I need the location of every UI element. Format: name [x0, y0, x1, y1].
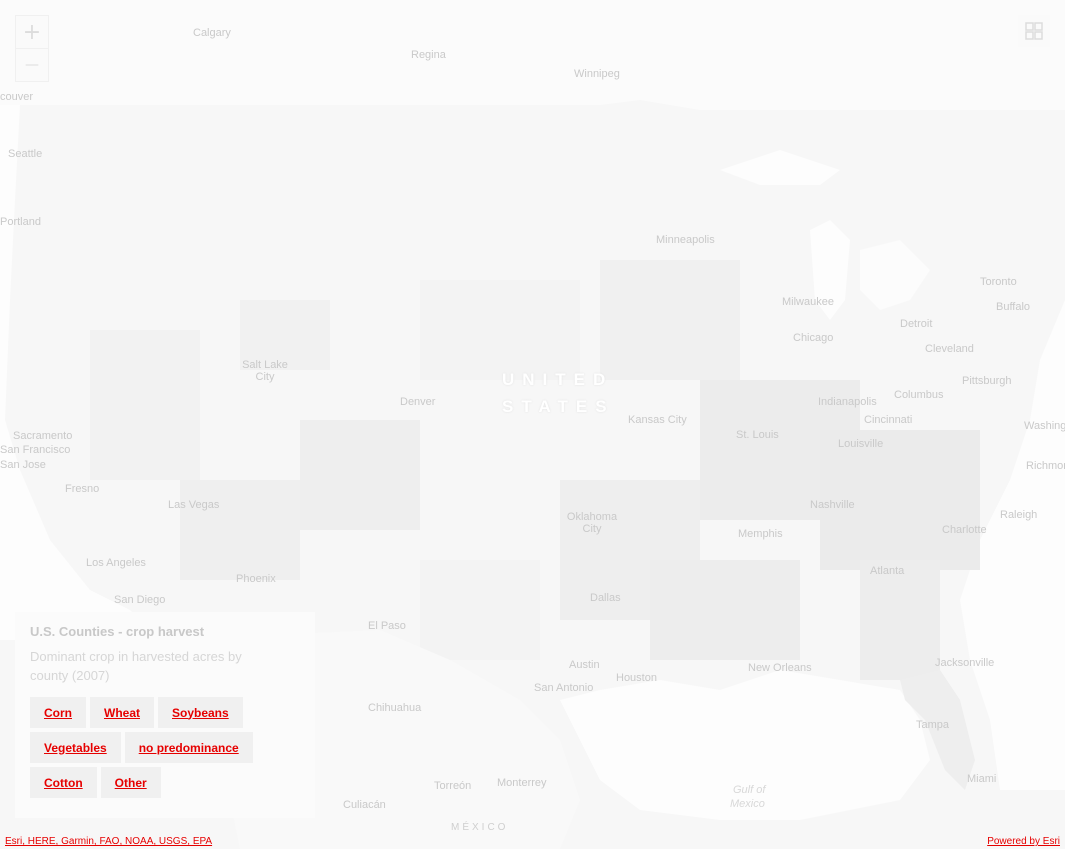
zoom-in-button[interactable]: + — [16, 16, 48, 48]
legend-title: U.S. Counties - crop harvest — [30, 624, 205, 639]
chip-vegetables[interactable]: Vegetables — [30, 732, 121, 763]
chip-soybeans[interactable]: Soybeans — [158, 697, 243, 728]
city-label: Milwaukee — [782, 296, 834, 308]
attribution-sources[interactable]: Esri, HERE, Garmin, FAO, NOAA, USGS, EPA — [5, 836, 212, 847]
city-label: Kansas City — [628, 414, 687, 426]
city-label: Regina — [411, 49, 446, 61]
city-label: New Orleans — [748, 662, 812, 674]
country-label: UNITED — [502, 370, 614, 389]
city-label: Nashville — [810, 499, 855, 511]
water-label: Mexico — [730, 798, 765, 810]
city-label: Tampa — [916, 719, 950, 731]
city-label: Chicago — [793, 332, 834, 344]
city-label: Cincinnati — [864, 414, 913, 426]
city-label: Torreón — [434, 780, 472, 792]
chip-cotton[interactable]: Cotton — [30, 767, 97, 798]
city-label: Buffalo — [996, 301, 1031, 313]
city-label: Raleigh — [1000, 509, 1038, 521]
city-label: couver — [0, 91, 34, 103]
city-label: San Francisco — [0, 444, 71, 456]
crop-filter-chips: Corn Wheat Soybeans Vegetables no predom… — [30, 697, 300, 798]
plus-icon: + — [22, 19, 42, 45]
chip-wheat[interactable]: Wheat — [90, 697, 154, 728]
city-label: Sacramento — [13, 430, 73, 442]
city-label: Toronto — [980, 276, 1017, 288]
city-label: Dallas — [590, 592, 621, 604]
city-label: Richmond — [1026, 460, 1065, 472]
city-label: Louisville — [838, 438, 884, 450]
city-label: San Diego — [114, 594, 166, 606]
city-label: Detroit — [900, 318, 933, 330]
city-label: Denver — [400, 396, 436, 408]
city-label: Pittsburgh — [962, 375, 1012, 387]
city-label: Atlanta — [870, 565, 905, 577]
city-label: Fresno — [65, 483, 100, 495]
chip-other[interactable]: Other — [100, 767, 161, 798]
city-label: Seattle — [8, 148, 43, 160]
city-label: Las Vegas — [168, 499, 220, 511]
city-label: Cleveland — [925, 343, 974, 355]
country-label: MÉXICO — [451, 822, 509, 833]
attribution-bar: Esri, HERE, Garmin, FAO, NOAA, USGS, EPA… — [0, 834, 1065, 849]
city-label: Los Angeles — [86, 557, 146, 569]
city-label: Minneapolis — [656, 234, 715, 246]
powered-by-link[interactable]: Powered by Esri — [987, 836, 1060, 847]
city-label: Culiacán — [343, 799, 386, 811]
zoom-out-button[interactable]: — — [16, 48, 48, 81]
city-label: Houston — [616, 672, 657, 684]
chip-corn[interactable]: Corn — [30, 697, 86, 728]
city-label: Monterrey — [497, 777, 547, 789]
city-label: San Jose — [0, 459, 46, 471]
city-label: Winnipeg — [574, 68, 620, 80]
city-label: Indianapolis — [818, 396, 877, 408]
water-label: Gulf of — [733, 784, 766, 796]
city-label: Charlotte — [942, 524, 987, 536]
basemap-gallery-button[interactable] — [1018, 15, 1050, 47]
city-label: Miami — [967, 773, 997, 785]
minus-icon: — — [25, 57, 39, 73]
legend-description: Dominant crop in harvested acres by coun… — [30, 649, 242, 683]
city-label: Phoenix — [236, 573, 276, 585]
city-label: Jacksonville — [935, 657, 995, 669]
city-label: St. Louis — [736, 429, 779, 441]
city-label: Calgary — [193, 27, 231, 39]
city-label: San Antonio — [534, 682, 594, 694]
city-label: Washington — [1024, 420, 1065, 432]
city-label: Memphis — [738, 528, 783, 540]
city-label: Portland — [0, 216, 41, 228]
city-label: El Paso — [368, 620, 406, 632]
city-label: Chihuahua — [368, 702, 422, 714]
city-label: Salt Lake City — [242, 359, 288, 383]
zoom-controls: + — — [15, 15, 49, 82]
city-label: Austin — [569, 659, 600, 671]
city-label: Columbus — [894, 389, 944, 401]
city-label: Oklahoma City — [566, 511, 618, 535]
chip-no-predominance[interactable]: no predominance — [124, 732, 253, 763]
country-label: STATES — [502, 397, 615, 416]
basemap-gallery-icon — [1025, 22, 1043, 40]
legend-panel: U.S. Counties - crop harvest Dominant cr… — [15, 612, 315, 818]
